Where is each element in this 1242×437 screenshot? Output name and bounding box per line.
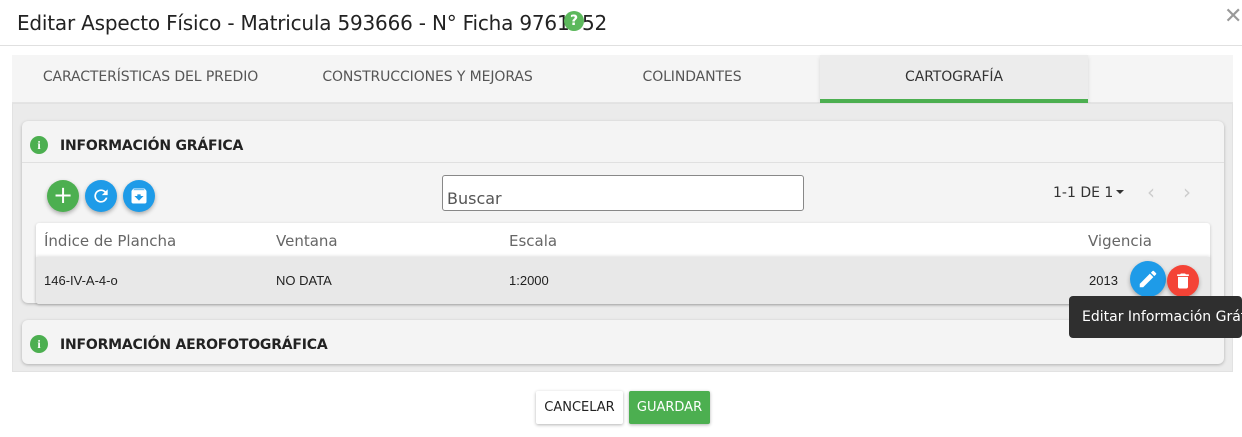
edit-button[interactable] [1130,261,1166,297]
column-header-vigencia[interactable]: Vigencia [1088,232,1152,250]
column-header-ventana[interactable]: Ventana [276,232,338,250]
pagination-label: 1-1 DE 1 [1053,185,1114,201]
column-header-indice-de-plancha[interactable]: Índice de Plancha [44,232,176,250]
refresh-button[interactable] [85,180,117,212]
close-icon[interactable]: ✕ [1224,6,1242,28]
cell-indice-de-plancha: 146-IV-A-4-o [44,273,118,288]
search-input[interactable] [442,175,804,211]
previous-page-icon[interactable]: ‹ [1147,182,1155,202]
tab-content-cartografia: i INFORMACIÓN GRÁFICA + 1-1 DE 1 ‹ › Índ… [12,103,1233,372]
dialog-header: Editar Aspecto Físico - Matricula 593666… [0,0,1242,46]
informacion-aerofotografica-header[interactable]: i INFORMACIÓN AEROFOTOGRÁFICA [22,320,1224,362]
save-button[interactable]: GUARDAR [629,391,710,424]
edit-tooltip: Editar Información Gráfica [1069,296,1242,338]
cell-vigencia: 2013 [1089,273,1118,288]
column-header-escala[interactable]: Escala [509,232,557,250]
info-icon: i [30,335,48,353]
tab-caracteristicas-del-predio[interactable]: CARACTERÍSTICAS DEL PREDIO [12,55,289,103]
tab-colindantes[interactable]: COLINDANTES [566,55,818,103]
pagination-dropdown[interactable]: 1-1 DE 1 [1053,185,1125,201]
informacion-aerofotografica-title: INFORMACIÓN AEROFOTOGRÁFICA [60,337,328,353]
archive-icon [131,188,147,204]
refresh-icon [94,189,108,203]
tab-bar: CARACTERÍSTICAS DEL PREDIO CONSTRUCCIONE… [12,55,1233,103]
cell-escala: 1:2000 [509,273,549,288]
informacion-grafica-header[interactable]: i INFORMACIÓN GRÁFICA [22,121,1224,163]
tab-construcciones-y-mejoras[interactable]: CONSTRUCCIONES Y MEJORAS [289,55,566,103]
chevron-down-icon [1116,190,1125,194]
cancel-button[interactable]: CANCELAR [536,391,623,424]
delete-button[interactable] [1167,265,1199,297]
cell-ventana: NO DATA [276,273,332,288]
add-button[interactable]: + [47,180,79,212]
dialog-title: Editar Aspecto Físico - Matricula 593666… [17,11,608,35]
info-icon: i [30,136,48,154]
help-icon[interactable]: ? [564,11,584,31]
table-row[interactable]: 146-IV-A-4-o NO DATA 1:2000 2013 [36,257,1210,304]
next-page-icon[interactable]: › [1183,182,1191,202]
tab-cartografia[interactable]: CARTOGRAFÍA [820,55,1088,103]
trash-icon [1177,273,1189,289]
informacion-grafica-panel: i INFORMACIÓN GRÁFICA + 1-1 DE 1 ‹ › Índ… [22,121,1224,304]
archive-button[interactable] [123,180,155,212]
plus-icon: + [52,181,74,209]
informacion-grafica-table: Índice de Plancha Ventana Escala Vigenci… [36,223,1210,304]
informacion-aerofotografica-panel: i INFORMACIÓN AEROFOTOGRÁFICA [22,320,1224,364]
informacion-grafica-title: INFORMACIÓN GRÁFICA [60,138,244,154]
pencil-icon [1139,270,1157,288]
